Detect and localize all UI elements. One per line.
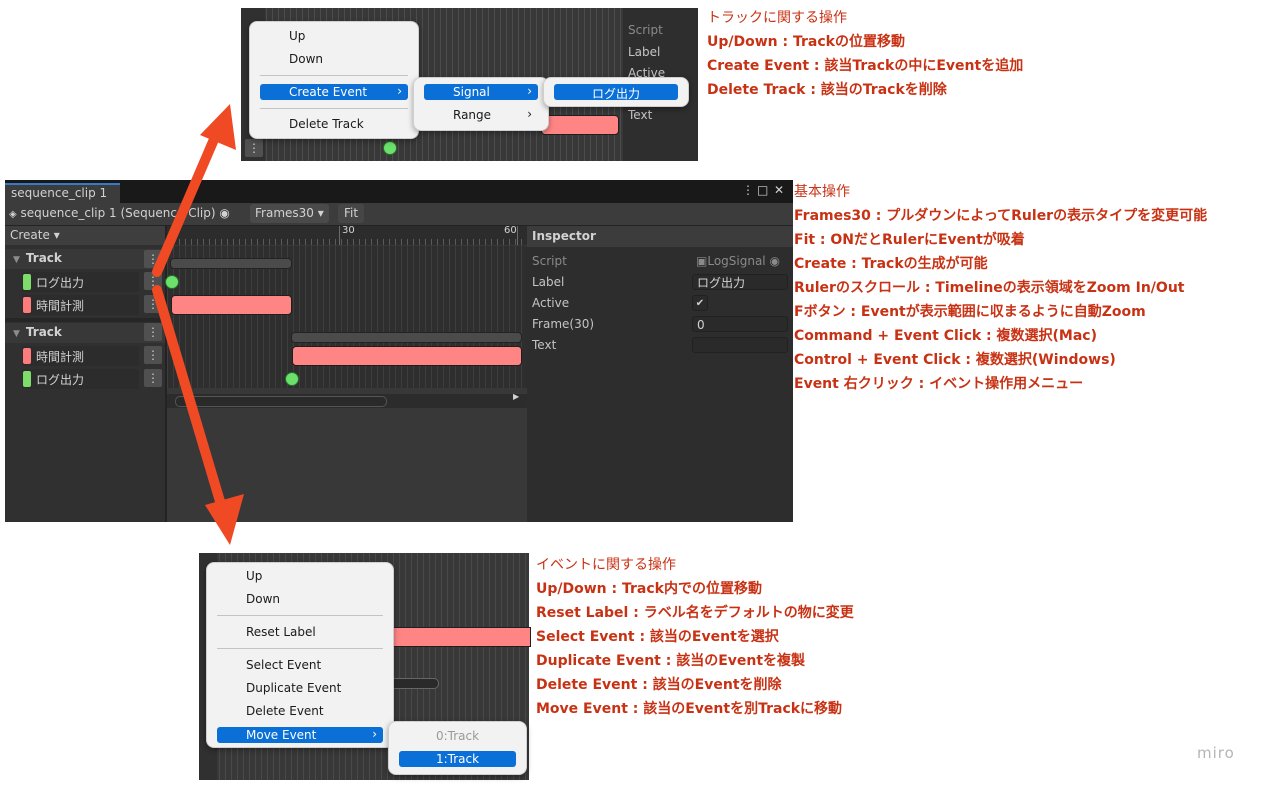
arrow-to-track-menu (152, 104, 236, 277)
arrow-to-event-menu (152, 285, 244, 545)
arrows-overlay (152, 104, 244, 545)
miro-watermark: miro (1197, 744, 1235, 762)
